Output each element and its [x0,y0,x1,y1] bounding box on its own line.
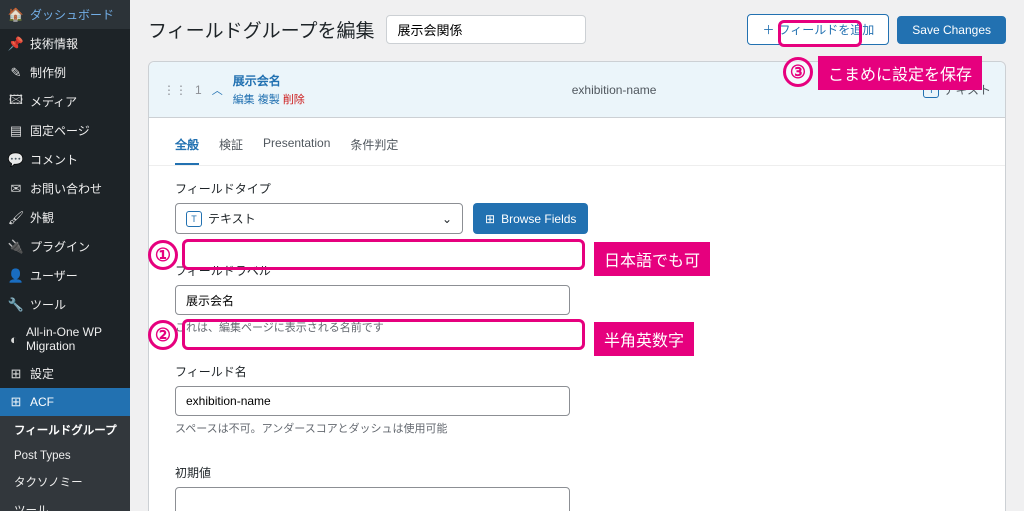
sidebar-item-works[interactable]: ✎ 制作例 [0,58,130,87]
sidebar-item-label: All-in-One WP Migration [26,325,122,353]
sidebar-item-label: 設定 [30,365,54,382]
sidebar-item-contact[interactable]: ✉ お問い合わせ [0,174,130,203]
sidebar-item-label: 固定ページ [30,122,90,139]
sidebar-item-label: タクソノミー [14,474,83,490]
sidebar-item-comments[interactable]: 💬 コメント [0,145,130,174]
sidebar-item-migration[interactable]: ◐ All-in-One WP Migration [0,319,130,359]
sidebar-item-label: 制作例 [30,64,66,81]
text-type-icon: T [923,82,939,98]
field-type-label: テキスト [943,81,991,98]
plugin-icon: 🔌 [8,239,24,255]
globe-icon: ◐ [8,331,20,347]
sidebar-item-label: Post Types [14,450,71,462]
text-type-icon: T [186,211,202,227]
sidebar-item-appearance[interactable]: 🖌 外観 [0,203,130,232]
sidebar-item-acf[interactable]: ⊞ ACF [0,388,130,416]
edit-link[interactable]: 編集 [233,94,255,106]
sidebar-item-users[interactable]: 👤 ユーザー [0,261,130,290]
sidebar-item-settings[interactable]: ⊞ 設定 [0,359,130,388]
field-title[interactable]: 展示会名 [233,72,305,89]
default-value-input[interactable] [175,487,570,511]
tab-conditional[interactable]: 条件判定 [350,130,398,165]
field-label-label: フィールドラベル [175,262,979,279]
mail-icon: ✉ [8,181,24,197]
sidebar-item-label: メディア [30,93,77,110]
group-title-input[interactable] [386,15,586,44]
plus-icon: ＋ [762,21,774,38]
grid-icon: ⊞ [485,212,495,226]
field-card: ⋮⋮ 1 ︿ 展示会名 編集 複製 削除 exhibition-name Tテキ… [148,61,1006,511]
field-actions: 編集 複製 削除 [233,91,305,107]
sidebar-item-label: ACF [30,395,54,409]
chevron-up-icon[interactable]: ︿ [212,82,223,98]
field-name-help: スペースは不可。アンダースコアとダッシュは使用可能 [175,420,979,436]
comment-icon: 💬 [8,152,24,168]
sidebar-item-label: フィールドグループ [14,422,117,438]
duplicate-link[interactable]: 複製 [258,94,280,106]
chevron-down-icon: ⌄ [442,212,452,226]
field-label-help: これは、編集ページに表示される名前です [175,319,979,335]
admin-sidebar: 🏠 ダッシュボード 📌 技術情報 ✎ 制作例 🖾 メディア ▤ 固定ページ 💬 コメント ✉… [0,0,130,511]
sidebar-sub-taxonomies[interactable]: タクソノミー [0,468,130,496]
tab-general[interactable]: 全般 [175,130,199,165]
page-title: フィールドグループを編集 [148,16,374,43]
browse-fields-button[interactable]: ⊞ Browse Fields [473,203,588,234]
drag-handle-icon[interactable]: ⋮⋮ [163,83,187,97]
field-label-input[interactable] [175,285,570,315]
user-icon: 👤 [8,268,24,284]
tab-presentation[interactable]: Presentation [263,130,330,165]
browse-fields-label: Browse Fields [501,212,576,226]
field-order: 1 [195,83,202,97]
sidebar-sub-post-types[interactable]: Post Types [0,444,130,468]
sidebar-item-tools[interactable]: 🔧 ツール [0,290,130,319]
field-row-header[interactable]: ⋮⋮ 1 ︿ 展示会名 編集 複製 削除 exhibition-name Tテキ… [149,62,1005,118]
sidebar-item-label: ユーザー [30,267,78,284]
sidebar-sub-field-groups[interactable]: フィールドグループ [0,416,130,444]
acf-icon: ⊞ [8,394,24,410]
add-field-button[interactable]: ＋ フィールドを追加 [747,14,889,45]
default-value-label: 初期値 [175,464,979,481]
brush-icon: 🖌 [8,210,24,226]
sidebar-item-label: プラグイン [30,238,90,255]
settings-icon: ⊞ [8,366,24,382]
field-name-input[interactable] [175,386,570,416]
sidebar-item-dashboard[interactable]: 🏠 ダッシュボード [0,0,130,29]
sidebar-item-tech[interactable]: 📌 技術情報 [0,29,130,58]
field-type-select[interactable]: T テキスト ⌄ [175,203,463,234]
sidebar-item-pages[interactable]: ▤ 固定ページ [0,116,130,145]
pin-icon: 📌 [8,36,24,52]
field-type-value: テキスト [208,210,256,227]
main-content: フィールドグループを編集 ＋ フィールドを追加 Save Changes ⋮⋮ 1… [130,0,1024,511]
page-header: フィールドグループを編集 ＋ フィールドを追加 Save Changes [148,0,1006,61]
sidebar-item-label: 外観 [30,209,54,226]
pages-icon: ▤ [8,123,24,139]
sidebar-sub-tools[interactable]: ツール [0,496,130,511]
sidebar-item-label: ツール [14,502,49,511]
field-name-label: フィールド名 [175,363,979,380]
pencil-icon: ✎ [8,65,24,81]
sidebar-item-label: コメント [30,151,78,168]
field-type-indicator: Tテキスト [923,81,991,98]
sidebar-submenu: フィールドグループ Post Types タクソノミー ツール [0,416,130,511]
sidebar-item-plugins[interactable]: 🔌 プラグイン [0,232,130,261]
sidebar-item-label: 技術情報 [30,35,78,52]
delete-link[interactable]: 削除 [283,94,305,106]
field-slug: exhibition-name [572,83,657,97]
media-icon: 🖾 [8,94,24,110]
add-field-label: フィールドを追加 [779,21,875,38]
sidebar-item-label: お問い合わせ [30,180,102,197]
save-changes-button[interactable]: Save Changes [897,16,1006,44]
sidebar-item-media[interactable]: 🖾 メディア [0,87,130,116]
field-type-label-text: フィールドタイプ [175,180,979,197]
dashboard-icon: 🏠 [8,7,24,23]
tool-icon: 🔧 [8,297,24,313]
tab-validation[interactable]: 検証 [219,130,243,165]
sidebar-item-label: ダッシュボード [30,6,114,23]
field-tabs: 全般 検証 Presentation 条件判定 [149,118,1005,166]
sidebar-item-label: ツール [30,296,66,313]
